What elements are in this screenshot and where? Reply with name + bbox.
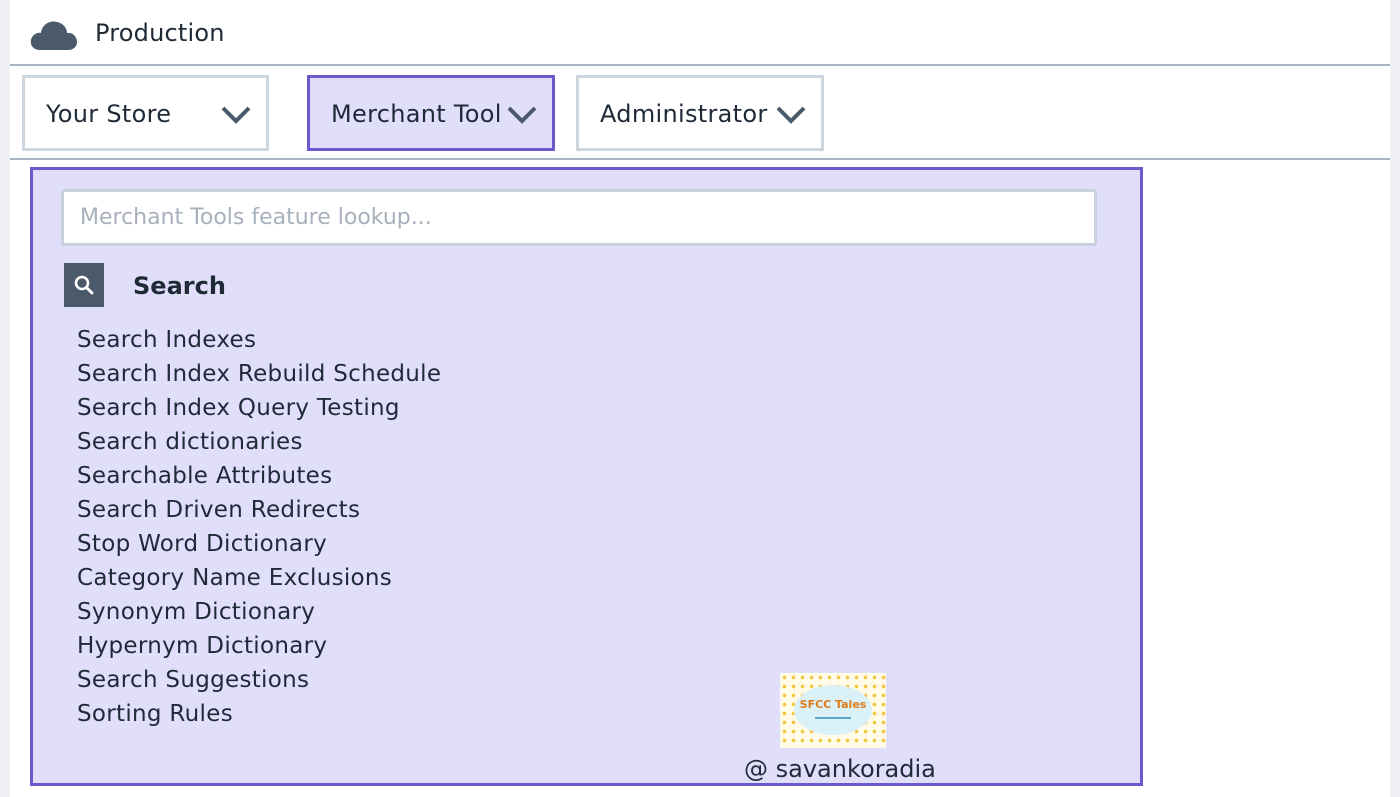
menu-item-searchable-attributes[interactable]: Searchable Attributes	[77, 459, 441, 493]
search-menu-list: Search Indexes Search Index Rebuild Sche…	[77, 323, 441, 731]
feature-lookup-input[interactable]	[61, 189, 1097, 246]
menu-item-search-driven-redirects[interactable]: Search Driven Redirects	[77, 493, 441, 527]
your-store-label: Your Store	[46, 100, 172, 128]
chevron-down-icon	[221, 106, 251, 124]
menu-item-search-suggestions[interactable]: Search Suggestions	[77, 663, 441, 697]
chevron-down-icon	[776, 106, 806, 124]
menu-item-search-indexes[interactable]: Search Indexes	[77, 323, 441, 357]
menu-item-category-name-exclusions[interactable]: Category Name Exclusions	[77, 561, 441, 595]
page-edge-right	[1390, 0, 1400, 797]
administrator-label: Administrator	[600, 100, 768, 128]
header: Production	[10, 0, 1390, 66]
your-store-dropdown[interactable]: Your Store	[22, 75, 269, 151]
menu-item-search-dictionaries[interactable]: Search dictionaries	[77, 425, 441, 459]
logo-text: SFCC Tales	[799, 698, 867, 711]
menu-item-search-index-query-testing[interactable]: Search Index Query Testing	[77, 391, 441, 425]
merchant-tools-menu-panel: Search Search Indexes Search Index Rebui…	[30, 167, 1143, 786]
sfcc-tales-logo: SFCC Tales	[780, 673, 886, 748]
cloud-icon	[30, 21, 77, 50]
menu-item-sorting-rules[interactable]: Sorting Rules	[77, 697, 441, 731]
administrator-dropdown[interactable]: Administrator	[576, 75, 824, 151]
menu-item-stop-word-dictionary[interactable]: Stop Word Dictionary	[77, 527, 441, 561]
page-edge-left	[0, 0, 10, 797]
merchant-tool-dropdown[interactable]: Merchant Tool	[307, 75, 555, 151]
menu-item-search-index-rebuild-schedule[interactable]: Search Index Rebuild Schedule	[77, 357, 441, 391]
environment-title: Production	[95, 19, 225, 47]
search-icon	[64, 263, 104, 307]
section-title-search: Search	[133, 272, 226, 300]
author-credit: @ savankoradia	[744, 755, 936, 783]
nav-bar: Your Store Merchant Tool Administrator	[10, 66, 1390, 160]
menu-item-synonym-dictionary[interactable]: Synonym Dictionary	[77, 595, 441, 629]
merchant-tool-label: Merchant Tool	[331, 100, 502, 128]
chevron-down-icon	[507, 106, 537, 124]
menu-item-hypernym-dictionary[interactable]: Hypernym Dictionary	[77, 629, 441, 663]
